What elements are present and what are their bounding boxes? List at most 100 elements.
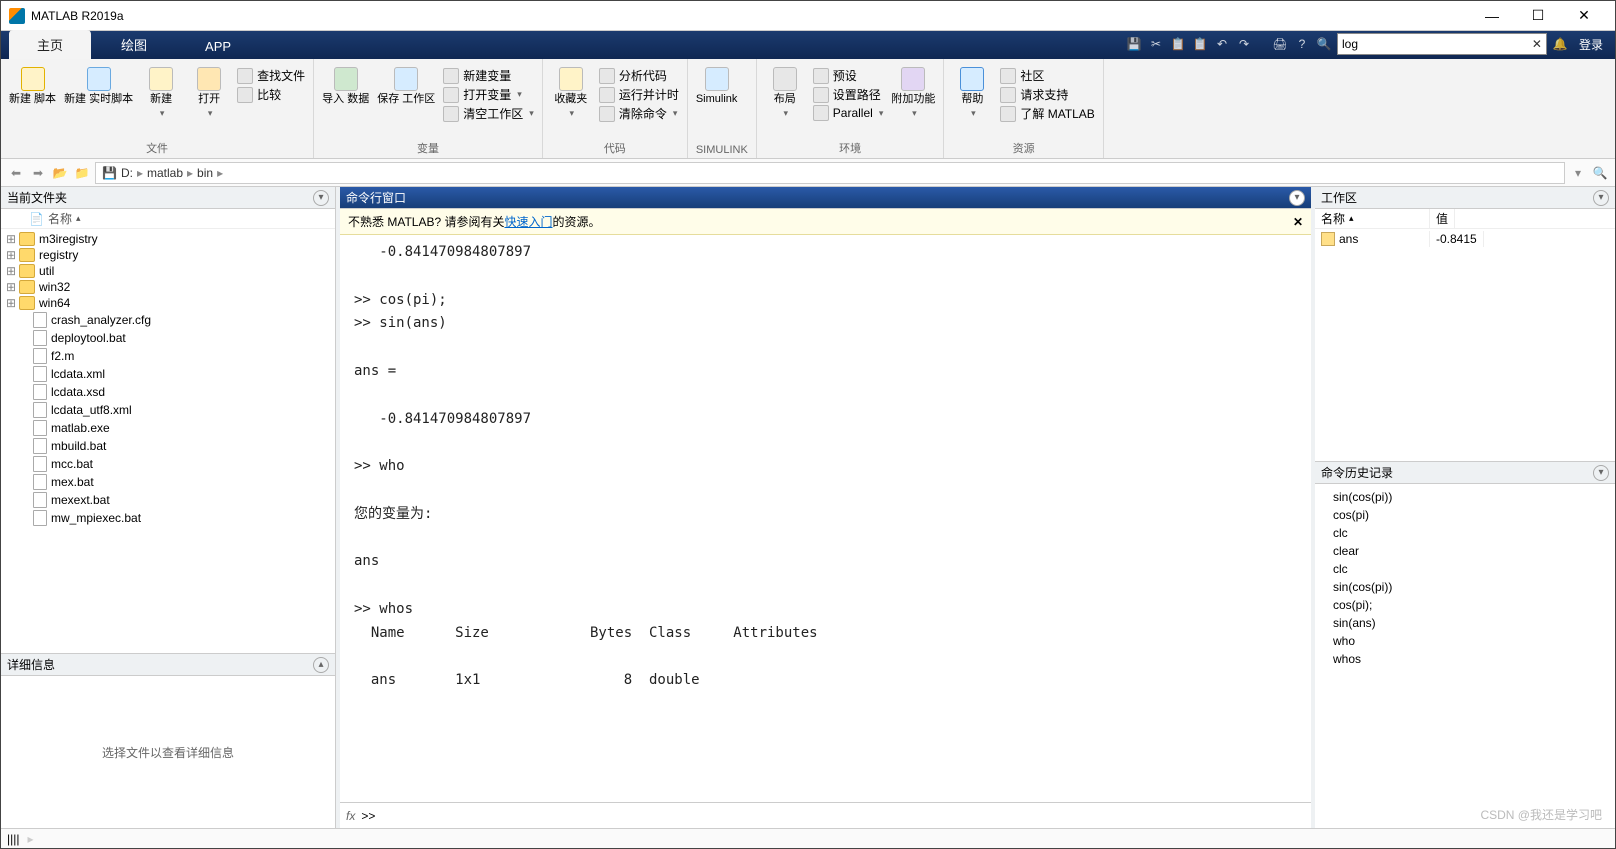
folder-name-header[interactable]: 📄名称▴ bbox=[1, 209, 335, 229]
import-data-button[interactable]: 导入 数据 bbox=[322, 63, 369, 106]
analyze-code-button[interactable]: 分析代码 bbox=[599, 67, 679, 84]
history-item[interactable]: whos bbox=[1333, 650, 1597, 668]
request-support-button[interactable]: 请求支持 bbox=[1000, 86, 1094, 103]
command-input-row[interactable]: fx >> bbox=[340, 802, 1311, 828]
tree-file[interactable]: f2.m bbox=[1, 347, 335, 365]
close-button[interactable]: ✕ bbox=[1561, 2, 1607, 30]
tab-plot[interactable]: 绘图 bbox=[93, 30, 175, 59]
folder-tree[interactable]: ⊞m3iregistry⊞registry⊞util⊞win32⊞win64cr… bbox=[1, 229, 335, 653]
history-menu-icon[interactable]: ▾ bbox=[1593, 465, 1609, 481]
tree-file[interactable]: mcc.bat bbox=[1, 455, 335, 473]
details-menu-icon[interactable]: ▴ bbox=[313, 657, 329, 673]
tree-file[interactable]: lcdata_utf8.xml bbox=[1, 401, 335, 419]
find-files-button[interactable]: 查找文件 bbox=[237, 67, 305, 84]
workspace-menu-icon[interactable]: ▾ bbox=[1593, 190, 1609, 206]
history-body[interactable]: sin(cos(pi))cos(pi)clcclearclcsin(cos(pi… bbox=[1315, 484, 1615, 828]
tree-file[interactable]: lcdata.xsd bbox=[1, 383, 335, 401]
help-icon[interactable]: ? bbox=[1293, 35, 1311, 53]
tree-folder[interactable]: ⊞m3iregistry bbox=[1, 231, 335, 247]
ws-col-name[interactable]: 名称▴ bbox=[1315, 209, 1430, 228]
history-item[interactable]: who bbox=[1333, 632, 1597, 650]
community-button[interactable]: 社区 bbox=[1000, 67, 1094, 84]
run-and-time-button[interactable]: 运行并计时 bbox=[599, 86, 679, 103]
nav-browse-icon[interactable]: 📁 bbox=[73, 164, 91, 182]
fx-icon[interactable]: fx bbox=[346, 809, 355, 823]
layout-button[interactable]: 布局 bbox=[765, 63, 805, 119]
command-window-output[interactable]: -0.841470984807897 >> cos(pi); >> sin(an… bbox=[340, 235, 1311, 802]
tab-home[interactable]: 主页 bbox=[9, 30, 91, 59]
search-clear-icon[interactable]: ✕ bbox=[1532, 37, 1542, 51]
nav-up-icon[interactable]: 📂 bbox=[51, 164, 69, 182]
paste-icon[interactable]: 📋 bbox=[1191, 35, 1209, 53]
history-item[interactable]: cos(pi) bbox=[1333, 506, 1597, 524]
set-path-button[interactable]: 设置路径 bbox=[813, 86, 884, 103]
path-seg-2[interactable]: bin bbox=[197, 166, 213, 180]
history-item[interactable]: clc bbox=[1333, 524, 1597, 542]
history-item[interactable]: sin(cos(pi)) bbox=[1333, 578, 1597, 596]
new-button[interactable]: 新建 bbox=[141, 63, 181, 119]
login-button[interactable]: 登录 bbox=[1573, 36, 1609, 53]
print-icon[interactable]: 🖨 bbox=[1271, 35, 1289, 53]
tree-file[interactable]: deploytool.bat bbox=[1, 329, 335, 347]
history-item[interactable]: clc bbox=[1333, 560, 1597, 578]
save-workspace-button[interactable]: 保存 工作区 bbox=[377, 63, 435, 106]
new-live-script-button[interactable]: 新建 实时脚本 bbox=[64, 63, 133, 106]
command-window-menu-icon[interactable]: ▾ bbox=[1289, 190, 1305, 206]
tree-file[interactable]: mbuild.bat bbox=[1, 437, 335, 455]
redo-icon[interactable]: ↷ bbox=[1235, 35, 1253, 53]
open-variable-button[interactable]: 打开变量 bbox=[443, 86, 534, 103]
open-button[interactable]: 打开 bbox=[189, 63, 229, 119]
clear-workspace-button[interactable]: 清空工作区 bbox=[443, 105, 534, 122]
tree-file[interactable]: mw_mpiexec.bat bbox=[1, 509, 335, 527]
tree-file[interactable]: crash_analyzer.cfg bbox=[1, 311, 335, 329]
tree-file[interactable]: mex.bat bbox=[1, 473, 335, 491]
nav-back-icon[interactable]: ⬅ bbox=[7, 164, 25, 182]
search-doc-icon[interactable]: 🔍 bbox=[1315, 35, 1333, 53]
nav-forward-icon[interactable]: ➡ bbox=[29, 164, 47, 182]
banner-close-icon[interactable]: ✕ bbox=[1293, 215, 1303, 229]
quick-start-link[interactable]: 快速入门 bbox=[504, 215, 552, 229]
history-item[interactable]: clear bbox=[1333, 542, 1597, 560]
learn-matlab-button[interactable]: 了解 MATLAB bbox=[1000, 105, 1094, 122]
bell-icon[interactable]: 🔔 bbox=[1551, 35, 1569, 53]
copy-icon[interactable]: 📋 bbox=[1169, 35, 1187, 53]
search-input[interactable] bbox=[1342, 37, 1532, 51]
current-folder-menu-icon[interactable]: ▾ bbox=[313, 190, 329, 206]
tree-file[interactable]: mexext.bat bbox=[1, 491, 335, 509]
tree-file[interactable]: matlab.exe bbox=[1, 419, 335, 437]
path-drive[interactable]: D: bbox=[121, 166, 133, 180]
compare-button[interactable]: 比较 bbox=[237, 86, 305, 103]
tree-file[interactable]: lcdata.xml bbox=[1, 365, 335, 383]
parallel-button[interactable]: Parallel bbox=[813, 105, 884, 121]
save-icon[interactable]: 💾 bbox=[1125, 35, 1143, 53]
ws-col-value[interactable]: 值 bbox=[1430, 209, 1455, 228]
help-button[interactable]: 帮助 bbox=[952, 63, 992, 119]
path-input[interactable]: 💾 D:▸ matlab▸ bin▸ bbox=[95, 162, 1565, 184]
workspace-body[interactable]: ans-0.8415 bbox=[1315, 229, 1615, 461]
history-item[interactable]: sin(cos(pi)) bbox=[1333, 488, 1597, 506]
simulink-button[interactable]: Simulink bbox=[696, 63, 738, 106]
new-script-button[interactable]: 新建 脚本 bbox=[9, 63, 56, 106]
tree-folder[interactable]: ⊞registry bbox=[1, 247, 335, 263]
cut-icon[interactable]: ✂ bbox=[1147, 35, 1165, 53]
history-item[interactable]: cos(pi); bbox=[1333, 596, 1597, 614]
path-search-icon[interactable]: 🔍 bbox=[1591, 164, 1609, 182]
tree-folder[interactable]: ⊞util bbox=[1, 263, 335, 279]
tab-app[interactable]: APP bbox=[177, 34, 259, 59]
path-seg-1[interactable]: matlab bbox=[147, 166, 183, 180]
undo-icon[interactable]: ↶ bbox=[1213, 35, 1231, 53]
clear-commands-button[interactable]: 清除命令 bbox=[599, 105, 679, 122]
tree-folder[interactable]: ⊞win32 bbox=[1, 279, 335, 295]
addons-button[interactable]: 附加功能 bbox=[891, 63, 935, 119]
new-variable-button[interactable]: 新建变量 bbox=[443, 67, 534, 84]
tree-folder[interactable]: ⊞win64 bbox=[1, 295, 335, 311]
command-window-header[interactable]: 命令行窗口 ▾ bbox=[340, 187, 1311, 209]
workspace-row[interactable]: ans-0.8415 bbox=[1315, 229, 1615, 249]
maximize-button[interactable]: ☐ bbox=[1515, 2, 1561, 30]
path-dropdown-icon[interactable]: ▾ bbox=[1569, 164, 1587, 182]
favorites-button[interactable]: 收藏夹 bbox=[551, 63, 591, 119]
preferences-button[interactable]: 预设 bbox=[813, 67, 884, 84]
minimize-button[interactable]: — bbox=[1469, 2, 1515, 30]
history-item[interactable]: sin(ans) bbox=[1333, 614, 1597, 632]
search-input-box[interactable]: ✕ bbox=[1337, 33, 1547, 55]
